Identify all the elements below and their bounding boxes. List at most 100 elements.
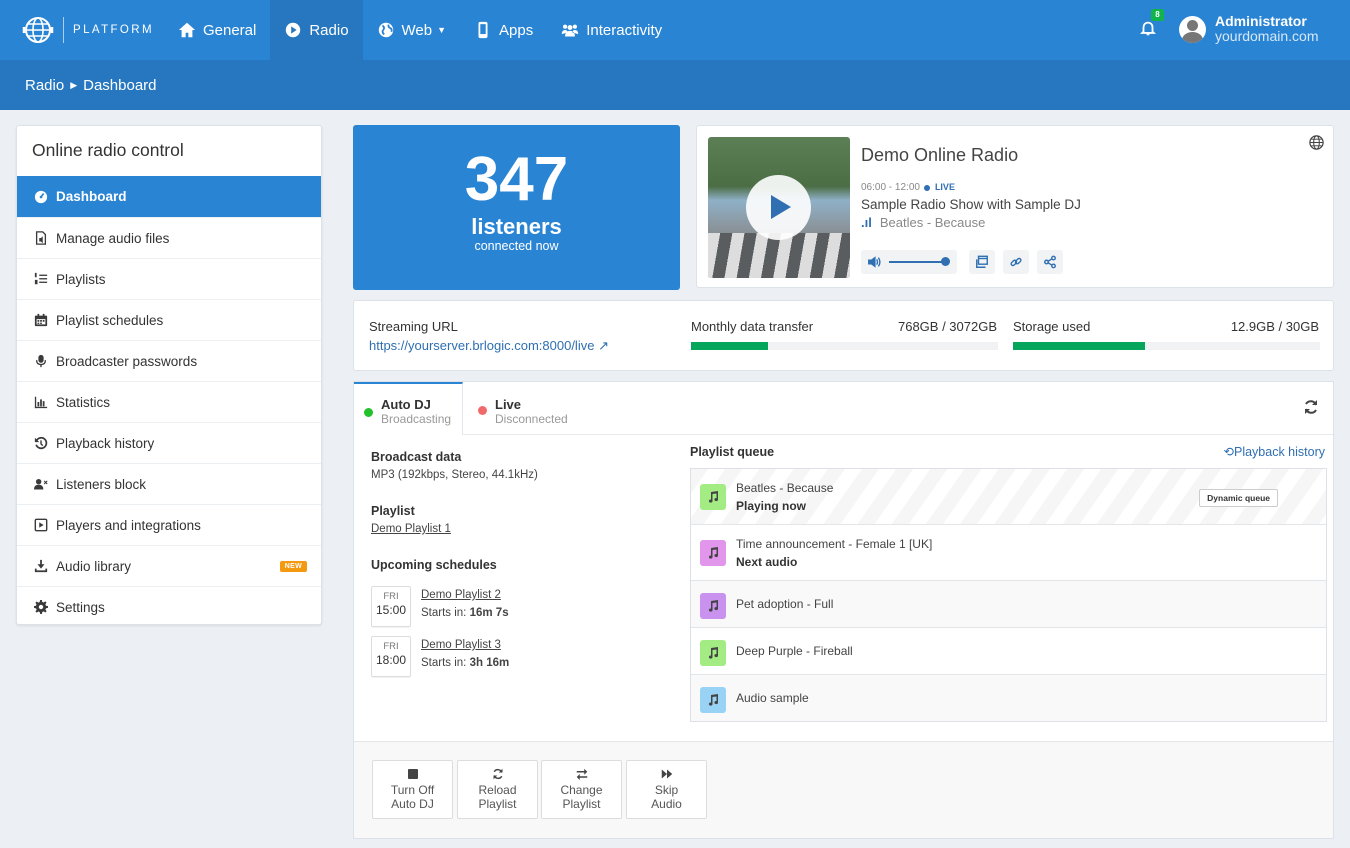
volume-icon [868, 256, 881, 268]
sidebar-item-dashboard[interactable]: Dashboard [17, 176, 321, 217]
broadcast-data-label: Broadcast data [371, 450, 462, 464]
nav-web[interactable]: Web ▼ [363, 0, 461, 60]
refresh-icon[interactable] [1303, 399, 1319, 415]
queue-item-name: Time announcement - Female 1 [UK] [736, 537, 933, 551]
sidebar-item-playback-history[interactable]: Playback history [17, 422, 321, 463]
music-note-icon [700, 640, 726, 666]
fast-forward-icon [661, 769, 672, 779]
schedule-date-badge: FRI 15:00 [371, 586, 411, 627]
ordered-list-icon [34, 272, 48, 285]
sidebar-title: Online radio control [32, 140, 184, 160]
show-time-range: 06:00 - 12:00 [861, 182, 920, 193]
schedule-playlist-link[interactable]: Demo Playlist 2 [421, 589, 501, 601]
tab-auto-dj[interactable]: Auto DJ Broadcasting [354, 382, 463, 434]
calendar-icon [34, 313, 48, 327]
sidebar-item-listeners-block[interactable]: Listeners block [17, 463, 321, 504]
volume-control[interactable] [861, 250, 957, 274]
storage-progress [1013, 342, 1320, 350]
user-block-icon [34, 478, 48, 490]
schedule-day: FRI [383, 641, 399, 652]
user-menu[interactable]: Administrator yourdomain.com [1179, 14, 1319, 44]
sidebar-item-label: Playback history [56, 435, 155, 451]
breadcrumb: Radio ▶ Dashboard [0, 60, 1350, 110]
bar-chart-icon [34, 396, 48, 409]
sidebar-item-settings[interactable]: Settings [17, 586, 321, 627]
queue-item[interactable]: Pet adoption - Full [691, 580, 1326, 627]
listener-count: 347 [464, 145, 569, 214]
sidebar-item-statistics[interactable]: Statistics [17, 381, 321, 422]
audio-file-icon [35, 231, 47, 245]
globe-icon[interactable] [1308, 134, 1325, 151]
chevron-down-icon: ▼ [437, 25, 447, 35]
user-domain: yourdomain.com [1215, 28, 1319, 44]
stream-stats-card: Streaming URL https://yourserver.brlogic… [353, 300, 1334, 371]
starts-in-label: Starts in: [421, 607, 467, 619]
playlist-link[interactable]: Demo Playlist 1 [371, 523, 451, 535]
queue-item[interactable]: Deep Purple - Fireball [691, 627, 1326, 674]
history-icon [34, 436, 48, 450]
notifications-badge: 8 [1151, 9, 1164, 21]
storage-label: Storage used [1013, 319, 1091, 334]
tab-live[interactable]: Live Disconnected [468, 382, 588, 434]
queue-item[interactable]: Time announcement - Female 1 [UK] Next a… [691, 524, 1326, 580]
sidebar-item-audio-library[interactable]: Audio library NEW [17, 545, 321, 586]
play-circle-icon [286, 22, 301, 38]
new-badge: NEW [279, 561, 307, 572]
transfer-progress-fill [691, 342, 768, 350]
playback-history-link[interactable]: ⟲Playback history [1224, 444, 1326, 459]
queue-item[interactable]: Beatles - Because Playing now Dynamic qu… [691, 469, 1326, 524]
tab-label: Live [495, 397, 522, 412]
users-icon [562, 24, 579, 37]
nav-interactivity[interactable]: Interactivity [547, 0, 676, 60]
dashboard-icon [34, 190, 48, 203]
share-button[interactable] [1037, 250, 1063, 274]
schedule-starts-in: Starts in: 16m 7s [421, 607, 509, 619]
microphone-icon [35, 354, 47, 368]
turn-off-auto-dj-button[interactable]: Turn Off Auto DJ [372, 760, 453, 819]
schedule-day: FRI [383, 591, 399, 602]
auto-dj-actions: Turn Off Auto DJ Reload Playlist Change … [353, 741, 1334, 839]
sidebar-item-label: Broadcaster passwords [56, 353, 198, 369]
queue-item-status: Next audio [736, 555, 798, 569]
popup-player-button[interactable] [969, 250, 995, 274]
button-label-line1: Change [560, 783, 603, 797]
play-button[interactable] [746, 175, 811, 240]
queue-item-name: Deep Purple - Fireball [736, 644, 853, 658]
sidebar: Online radio control Dashboard Manage au… [16, 125, 322, 625]
now-playing: .ıl Beatles - Because [861, 215, 985, 230]
nav-radio[interactable]: Radio [270, 0, 363, 60]
nav-general[interactable]: General [164, 0, 270, 60]
button-label-line2: Auto DJ [391, 797, 434, 811]
change-playlist-button[interactable]: Change Playlist [541, 760, 622, 819]
sidebar-item-players-and-integrations[interactable]: Players and integrations [17, 504, 321, 545]
skip-audio-button[interactable]: Skip Audio [626, 760, 707, 819]
station-name: Demo Online Radio [861, 145, 1019, 165]
sidebar-item-playlists[interactable]: Playlists [17, 258, 321, 299]
playback-history-label: Playback history [1233, 445, 1325, 459]
dynamic-queue-badge: Dynamic queue [1199, 489, 1278, 507]
copy-link-button[interactable] [1003, 250, 1029, 274]
playlist-queue: Beatles - Because Playing now Dynamic qu… [690, 468, 1327, 722]
nav-apps[interactable]: Apps [460, 0, 547, 60]
reload-playlist-button[interactable]: Reload Playlist [457, 760, 538, 819]
streaming-url: https://yourserver.brlogic.com:8000/live [369, 338, 595, 353]
show-name: Sample Radio Show with Sample DJ [861, 197, 1081, 212]
logo[interactable]: PLATFORM [0, 0, 164, 60]
volume-slider[interactable] [889, 257, 950, 266]
schedule-starts-in: Starts in: 3h 16m [421, 657, 509, 669]
starts-in-value: 16m 7s [469, 607, 509, 619]
notifications-button[interactable] [1139, 19, 1159, 41]
sidebar-item-manage-audio-files[interactable]: Manage audio files [17, 217, 321, 258]
sidebar-item-broadcaster-passwords[interactable]: Broadcaster passwords [17, 340, 321, 381]
breadcrumb-root[interactable]: Radio [25, 77, 64, 94]
schedule-playlist-link[interactable]: Demo Playlist 3 [421, 639, 501, 651]
sidebar-item-playlist-schedules[interactable]: Playlist schedules [17, 299, 321, 340]
upcoming-schedules-label: Upcoming schedules [371, 558, 497, 572]
nav-general-label: General [202, 21, 257, 39]
queue-item[interactable]: Audio sample [691, 674, 1326, 721]
equalizer-icon: .ıl [861, 215, 872, 230]
queue-item-status: Playing now [736, 499, 807, 513]
streaming-url-link[interactable]: https://yourserver.brlogic.com:8000/live… [369, 338, 609, 354]
storage-value: 12.9GB / 30GB [1230, 319, 1319, 334]
button-label-line2: Audio [651, 797, 682, 811]
